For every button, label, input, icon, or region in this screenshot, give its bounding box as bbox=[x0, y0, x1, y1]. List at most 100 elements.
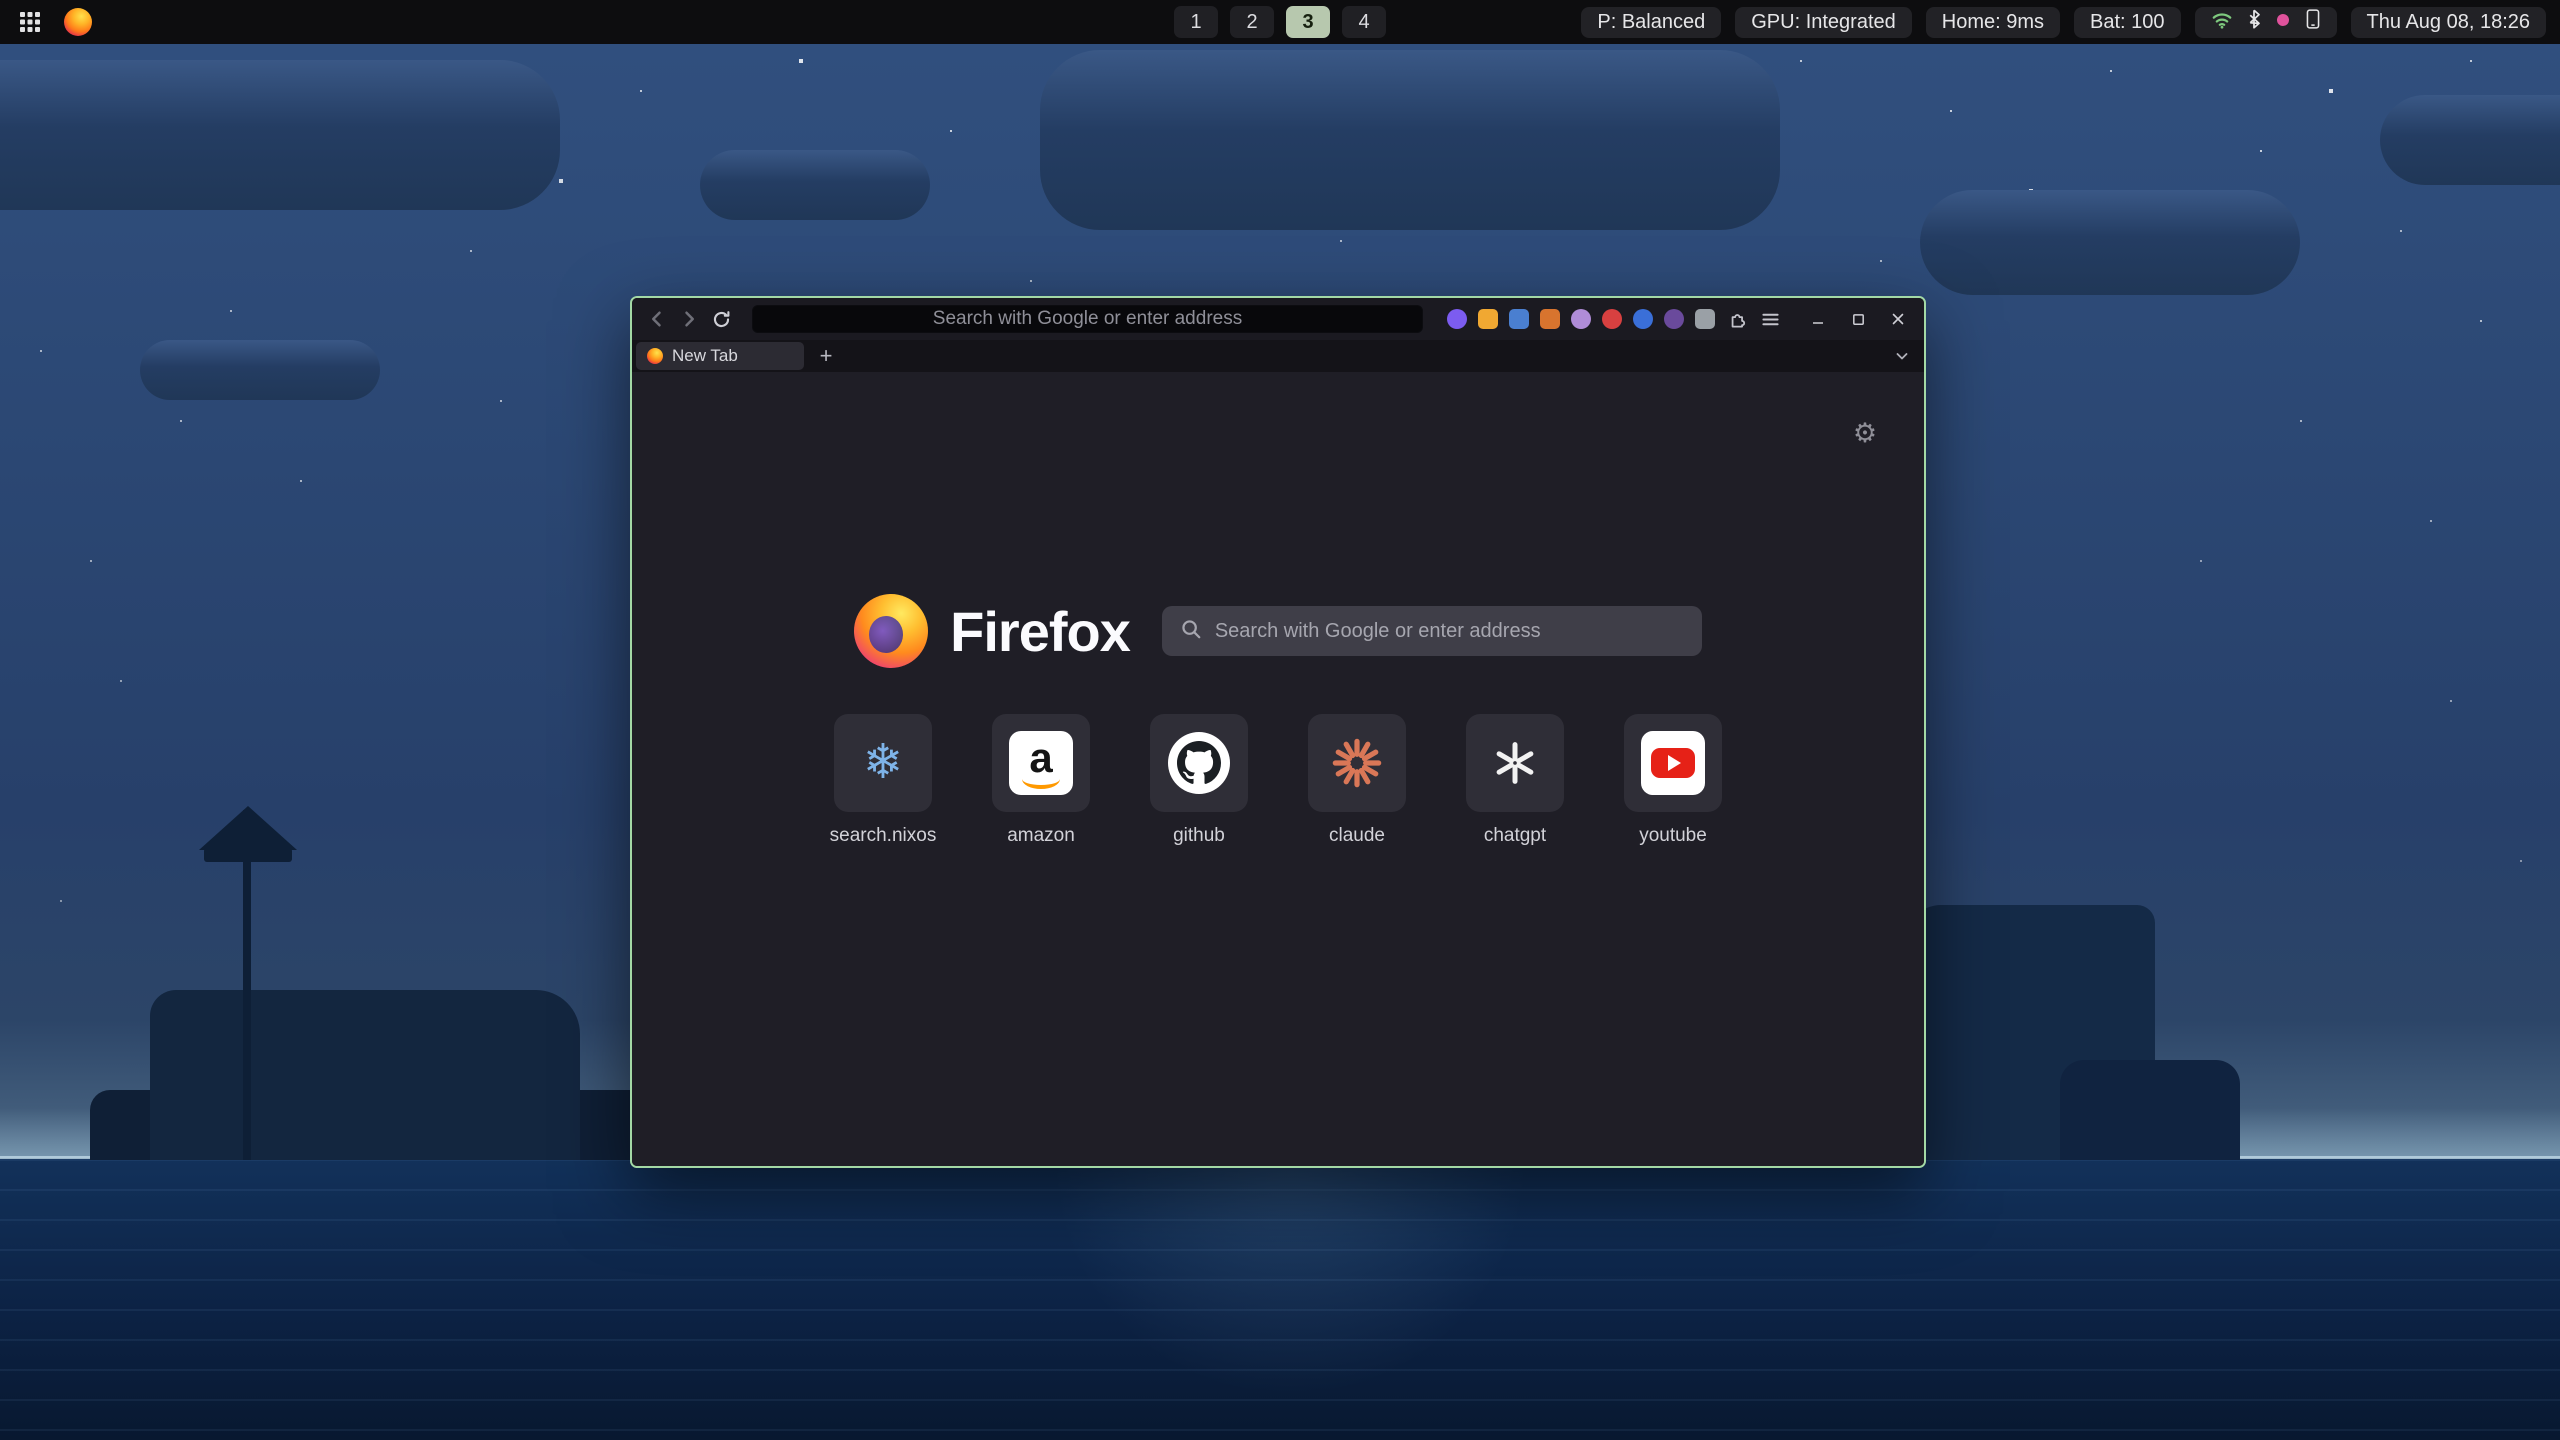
youtube-icon bbox=[1641, 731, 1705, 795]
wallpaper-cloud bbox=[700, 150, 930, 220]
shortcut-tile bbox=[1466, 714, 1564, 812]
shortcut-youtube[interactable]: youtube bbox=[1617, 714, 1729, 847]
shortcut-label: search.nixos bbox=[830, 825, 937, 847]
extension-icon-2[interactable] bbox=[1478, 309, 1498, 329]
firefox-logo bbox=[854, 594, 928, 668]
status-home-latency: Home: 9ms bbox=[1926, 7, 2060, 38]
app-launcher-icon[interactable] bbox=[14, 6, 46, 38]
firefox-favicon bbox=[647, 348, 663, 364]
urlbar-input[interactable] bbox=[753, 308, 1422, 330]
extension-icon-3[interactable] bbox=[1509, 309, 1529, 329]
tab-new-tab[interactable]: New Tab bbox=[636, 342, 804, 370]
tab-bar: New Tab + bbox=[632, 340, 1924, 372]
amazon-icon: a bbox=[1009, 731, 1073, 795]
gpu-text: GPU: Integrated bbox=[1751, 11, 1896, 34]
wallpaper-watchtower bbox=[199, 806, 297, 850]
extensions-puzzle-icon[interactable] bbox=[1727, 308, 1749, 330]
shortcut-tiles: ❄ search.nixos a amazon bbox=[632, 714, 1924, 847]
urlbar[interactable] bbox=[752, 305, 1423, 333]
wallpaper-cloud bbox=[140, 340, 380, 400]
display-icon[interactable] bbox=[2305, 9, 2321, 35]
wallpaper-watchtower bbox=[204, 848, 292, 862]
shortcut-tile: a bbox=[992, 714, 1090, 812]
shortcut-search-nixos[interactable]: ❄ search.nixos bbox=[827, 714, 939, 847]
forward-button[interactable] bbox=[676, 306, 702, 332]
tab-list-chevron-icon[interactable] bbox=[1890, 344, 1914, 368]
topbar-left-group bbox=[14, 6, 94, 38]
status-gpu: GPU: Integrated bbox=[1735, 7, 1912, 38]
latency-text: Home: 9ms bbox=[1942, 11, 2044, 34]
top-status-bar: 1 2 3 4 P: Balanced GPU: Integrated Home… bbox=[0, 0, 2560, 44]
firefox-icon bbox=[64, 8, 92, 36]
extension-icon-1[interactable] bbox=[1447, 309, 1467, 329]
claude-starburst-icon bbox=[1331, 737, 1383, 789]
extension-icon-5[interactable] bbox=[1571, 309, 1591, 329]
youtube-badge bbox=[1651, 748, 1695, 778]
youtube-play-icon bbox=[1668, 755, 1681, 771]
nixos-snowflake-icon: ❄ bbox=[863, 739, 903, 787]
extension-icons-row bbox=[1447, 309, 1715, 329]
wallpaper-cloud bbox=[0, 60, 560, 210]
back-button[interactable] bbox=[644, 306, 670, 332]
newtab-search-input[interactable] bbox=[1215, 620, 1684, 643]
search-icon bbox=[1180, 618, 1202, 645]
workspace-3-button[interactable]: 3 bbox=[1286, 6, 1330, 38]
newtab-search[interactable] bbox=[1162, 606, 1702, 656]
workspace-4-button[interactable]: 4 bbox=[1342, 6, 1386, 38]
shortcut-tile bbox=[1624, 714, 1722, 812]
wallpaper-watchtower bbox=[243, 810, 251, 1160]
window-controls bbox=[1808, 309, 1908, 329]
workspace-1-button[interactable]: 1 bbox=[1174, 6, 1218, 38]
bluetooth-icon[interactable] bbox=[2247, 9, 2261, 35]
clock: Thu Aug 08, 18:26 bbox=[2351, 7, 2546, 38]
wallpaper-island-left bbox=[150, 990, 580, 1160]
shortcut-label: claude bbox=[1329, 825, 1385, 847]
minimize-button[interactable] bbox=[1808, 309, 1828, 329]
new-tab-button[interactable]: + bbox=[812, 342, 840, 370]
wallpaper-island-right bbox=[2060, 1060, 2240, 1160]
shortcut-label: github bbox=[1173, 825, 1225, 847]
workspace-2-button[interactable]: 2 bbox=[1230, 6, 1274, 38]
extension-icon-4[interactable] bbox=[1540, 309, 1560, 329]
notification-dot-icon[interactable] bbox=[2275, 11, 2291, 34]
maximize-button[interactable] bbox=[1848, 309, 1868, 329]
amazon-a: a bbox=[1029, 741, 1052, 775]
chatgpt-knot-icon bbox=[1490, 738, 1540, 788]
wallpaper-sea bbox=[0, 1159, 2560, 1440]
status-power-profile: P: Balanced bbox=[1581, 7, 1721, 38]
shortcut-label: chatgpt bbox=[1484, 825, 1546, 847]
tab-title: New Tab bbox=[672, 346, 738, 366]
clock-text: Thu Aug 08, 18:26 bbox=[2367, 11, 2530, 34]
battery-text: Bat: 100 bbox=[2090, 11, 2165, 34]
network-icon[interactable] bbox=[2211, 9, 2233, 35]
amazon-smile bbox=[1022, 777, 1060, 789]
extension-icon-8[interactable] bbox=[1664, 309, 1684, 329]
newtab-hero: Firefox bbox=[632, 594, 1924, 668]
wallpaper-cloud bbox=[1920, 190, 2300, 295]
reload-button[interactable] bbox=[708, 306, 734, 332]
extension-icon-6[interactable] bbox=[1602, 309, 1622, 329]
personalize-gear-icon[interactable]: ⚙ bbox=[1850, 418, 1880, 448]
status-tray bbox=[2195, 7, 2337, 38]
firefox-wordmark: Firefox bbox=[950, 599, 1130, 664]
shortcut-label: youtube bbox=[1639, 825, 1707, 847]
workspace-switcher: 1 2 3 4 bbox=[1174, 6, 1386, 38]
topbar-right-group: P: Balanced GPU: Integrated Home: 9ms Ba… bbox=[1581, 7, 2546, 38]
menu-hamburger-icon[interactable] bbox=[1759, 308, 1781, 330]
shortcut-tile bbox=[1308, 714, 1406, 812]
shortcut-chatgpt[interactable]: chatgpt bbox=[1459, 714, 1571, 847]
status-battery: Bat: 100 bbox=[2074, 7, 2181, 38]
firefox-window: New Tab + ⚙ Firefox ❄ bbox=[630, 296, 1926, 1168]
shortcut-github[interactable]: github bbox=[1143, 714, 1255, 847]
shortcut-tile: ❄ bbox=[834, 714, 932, 812]
wallpaper-cloud bbox=[2380, 95, 2560, 185]
firefox-taskbar-icon[interactable] bbox=[62, 6, 94, 38]
extension-icon-7[interactable] bbox=[1633, 309, 1653, 329]
github-octocat-icon bbox=[1168, 732, 1230, 794]
new-tab-page: ⚙ Firefox ❄ search.nixos bbox=[632, 372, 1924, 1166]
power-profile-text: P: Balanced bbox=[1597, 11, 1705, 34]
extension-icon-9[interactable] bbox=[1695, 309, 1715, 329]
shortcut-amazon[interactable]: a amazon bbox=[985, 714, 1097, 847]
shortcut-claude[interactable]: claude bbox=[1301, 714, 1413, 847]
close-button[interactable] bbox=[1888, 309, 1908, 329]
